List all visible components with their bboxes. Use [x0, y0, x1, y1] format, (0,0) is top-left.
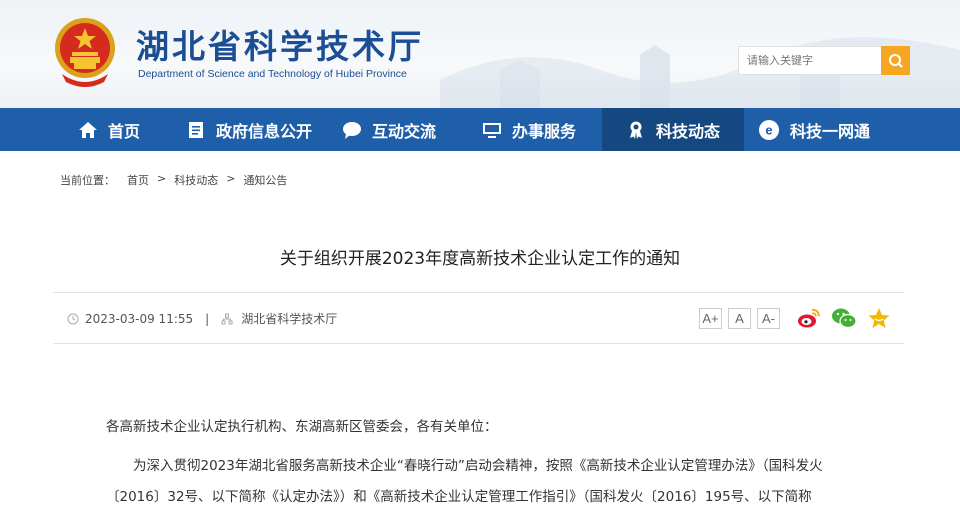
article-title: 关于组织开展2023年度高新技术企业认定工作的通知 [279, 249, 681, 269]
article-body: 各高新技术企业认定执行机构、东湖高新区管委会，各有关单位： 为深入贯彻2023年… [106, 412, 866, 513]
search-box [738, 46, 910, 75]
org-icon [221, 313, 233, 325]
search-button[interactable] [881, 46, 910, 75]
article-meta-bar: 2023-03-09 11:55 | 湖北省科学技术厅 A+ A A- [53, 292, 904, 344]
site-subtitle: Department of Science and Technology of … [138, 68, 407, 80]
share-buttons [797, 307, 891, 329]
main-nav: 首页 政府信息公开 互动交流 办事服务 科技动态 e 科技一网通 [0, 108, 960, 151]
breadcrumb-separator: > [157, 172, 167, 185]
font-size-controls: A+ A A- [699, 308, 780, 329]
nav-item-tech-portal[interactable]: e 科技一网通 [744, 108, 960, 151]
font-reset-button[interactable]: A [728, 308, 751, 329]
breadcrumb: 当前位置： 首页 > 科技动态 > 通知公告 [60, 172, 295, 188]
nav-label: 首页 [108, 121, 141, 141]
site-header: 湖北省科学技术厅 Department of Science and Techn… [0, 0, 960, 108]
publish-datetime: 2023-03-09 11:55 [85, 311, 194, 326]
breadcrumb-separator: > [226, 172, 236, 185]
nav-label: 政府信息公开 [216, 121, 313, 141]
meta-separator: | [205, 311, 210, 326]
e-circle-icon: e [758, 119, 780, 141]
article-meta-info: 2023-03-09 11:55 | 湖北省科学技术厅 [67, 310, 337, 327]
svg-text:e: e [765, 122, 772, 137]
article-salutation: 各高新技术企业认定执行机构、东湖高新区管委会，各有关单位： [106, 419, 498, 435]
nav-label: 办事服务 [512, 121, 577, 141]
article-source: 湖北省科学技术厅 [241, 312, 338, 326]
monitor-icon [482, 120, 502, 140]
breadcrumb-prefix: 当前位置： [60, 174, 115, 187]
breadcrumb-link-home[interactable]: 首页 [127, 172, 149, 188]
nav-label: 科技一网通 [790, 121, 871, 141]
home-icon [78, 120, 98, 140]
font-increase-button[interactable]: A+ [699, 308, 722, 329]
nav-label: 互动交流 [372, 121, 437, 141]
font-decrease-button[interactable]: A- [757, 308, 780, 329]
clock-icon [67, 313, 79, 325]
breadcrumb-link-tech-news[interactable]: 科技动态 [174, 172, 218, 188]
favorite-icon[interactable] [867, 307, 891, 329]
weibo-icon[interactable] [797, 307, 821, 329]
nav-item-services[interactable]: 办事服务 [462, 108, 602, 151]
nav-item-gov-info[interactable]: 政府信息公开 [166, 108, 322, 151]
nav-label: 科技动态 [656, 121, 721, 141]
nav-item-home[interactable]: 首页 [0, 108, 166, 151]
chat-bubble-icon [342, 120, 362, 140]
nav-item-tech-news[interactable]: 科技动态 [602, 108, 744, 151]
nav-item-interaction[interactable]: 互动交流 [322, 108, 462, 151]
article-paragraph: 为深入贯彻2023年湖北省服务高新技术企业“春晓行动”启动会精神，按照《高新技术… [106, 458, 823, 505]
national-emblem-logo [55, 18, 115, 87]
wechat-icon[interactable] [831, 307, 857, 329]
search-icon [888, 53, 903, 68]
search-input[interactable] [738, 46, 888, 75]
site-title: 湖北省科学技术厅 [136, 27, 424, 66]
document-icon [186, 120, 206, 140]
breadcrumb-link-notices[interactable]: 通知公告 [243, 172, 287, 188]
award-icon [626, 120, 646, 140]
